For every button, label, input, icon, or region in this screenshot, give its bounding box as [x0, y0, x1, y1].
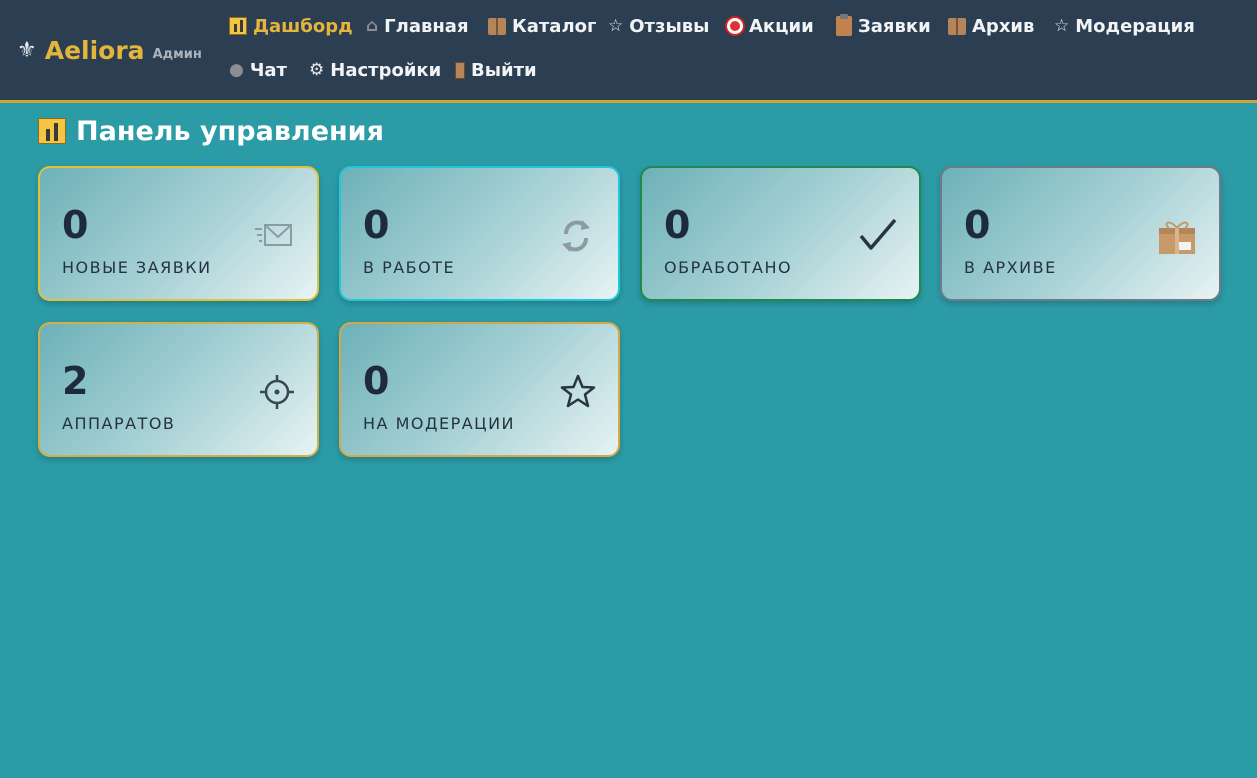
nav-item-settings[interactable]: ⚙ Настройки: [309, 56, 441, 84]
star-icon: ☆: [608, 16, 624, 36]
page-title: Панель управления: [38, 115, 384, 147]
gear-icon: ⚙: [309, 60, 325, 80]
package-icon: [1159, 221, 1195, 254]
envelope-icon: [255, 224, 292, 246]
fleur-de-lis-icon: ⚜: [17, 37, 37, 63]
brand-name: Aeliora: [44, 35, 145, 65]
stat-card-archived[interactable]: 0 В АРХИВЕ: [940, 166, 1221, 301]
stat-card-new-orders[interactable]: 0 НОВЫЕ ЗАЯВКИ: [38, 166, 319, 301]
stat-label: НА МОДЕРАЦИИ: [363, 414, 516, 433]
gift-icon: [488, 17, 506, 35]
stat-card-in-progress[interactable]: 0 В РАБОТЕ: [339, 166, 620, 301]
sun-icon: [260, 375, 294, 409]
checkmark-icon: [859, 218, 897, 250]
star-icon: ☆: [1054, 16, 1070, 36]
door-icon: [455, 61, 465, 79]
stat-label: НОВЫЕ ЗАЯВКИ: [62, 258, 212, 277]
nav-item-archive[interactable]: Архив: [948, 12, 1034, 40]
stat-label: В РАБОТЕ: [363, 258, 456, 277]
stat-label: ОБРАБОТАНО: [664, 258, 793, 277]
stat-value: 0: [664, 203, 691, 247]
brand-role: Админ: [152, 46, 202, 62]
chat-bubble-icon: ●: [229, 60, 244, 80]
nav-item-catalog[interactable]: Каталог: [488, 12, 596, 40]
nav-item-moderation[interactable]: ☆ Модерация: [1054, 12, 1195, 40]
nav-item-home[interactable]: ⌂ Главная: [366, 12, 469, 40]
gift-icon: [948, 17, 966, 35]
stat-label: В АРХИВЕ: [964, 258, 1057, 277]
nav-item-dashboard[interactable]: Дашборд: [229, 12, 353, 40]
stat-value: 0: [964, 203, 991, 247]
stat-card-processed[interactable]: 0 ОБРАБОТАНО: [640, 166, 921, 301]
clipboard-icon: [836, 14, 852, 36]
bar-chart-icon: [229, 17, 247, 35]
stat-card-on-moderation[interactable]: 0 НА МОДЕРАЦИИ: [339, 322, 620, 457]
star-outline-icon: [560, 374, 596, 408]
brand-logo[interactable]: ⚜ Aeliora Админ: [17, 32, 202, 68]
refresh-icon: [562, 220, 590, 252]
top-navbar: ⚜ Aeliora Админ Дашборд ⌂ Главная Катало…: [0, 0, 1257, 103]
nav-item-logout[interactable]: Выйти: [455, 56, 537, 84]
stat-value: 0: [363, 359, 390, 403]
stat-value: 0: [62, 203, 89, 247]
nav-item-orders[interactable]: Заявки: [836, 12, 931, 40]
nav-item-reviews[interactable]: ☆ Отзывы: [608, 12, 709, 40]
nav-item-chat[interactable]: ● Чат: [229, 56, 287, 84]
target-icon: [727, 18, 743, 34]
nav-item-promotions[interactable]: Акции: [727, 12, 814, 40]
home-icon: ⌂: [366, 16, 379, 36]
stat-value: 2: [62, 359, 89, 403]
stat-value: 0: [363, 203, 390, 247]
stat-label: АППАРАТОВ: [62, 414, 176, 433]
stat-card-devices[interactable]: 2 АППАРАТОВ: [38, 322, 319, 457]
bar-chart-icon: [38, 118, 66, 144]
